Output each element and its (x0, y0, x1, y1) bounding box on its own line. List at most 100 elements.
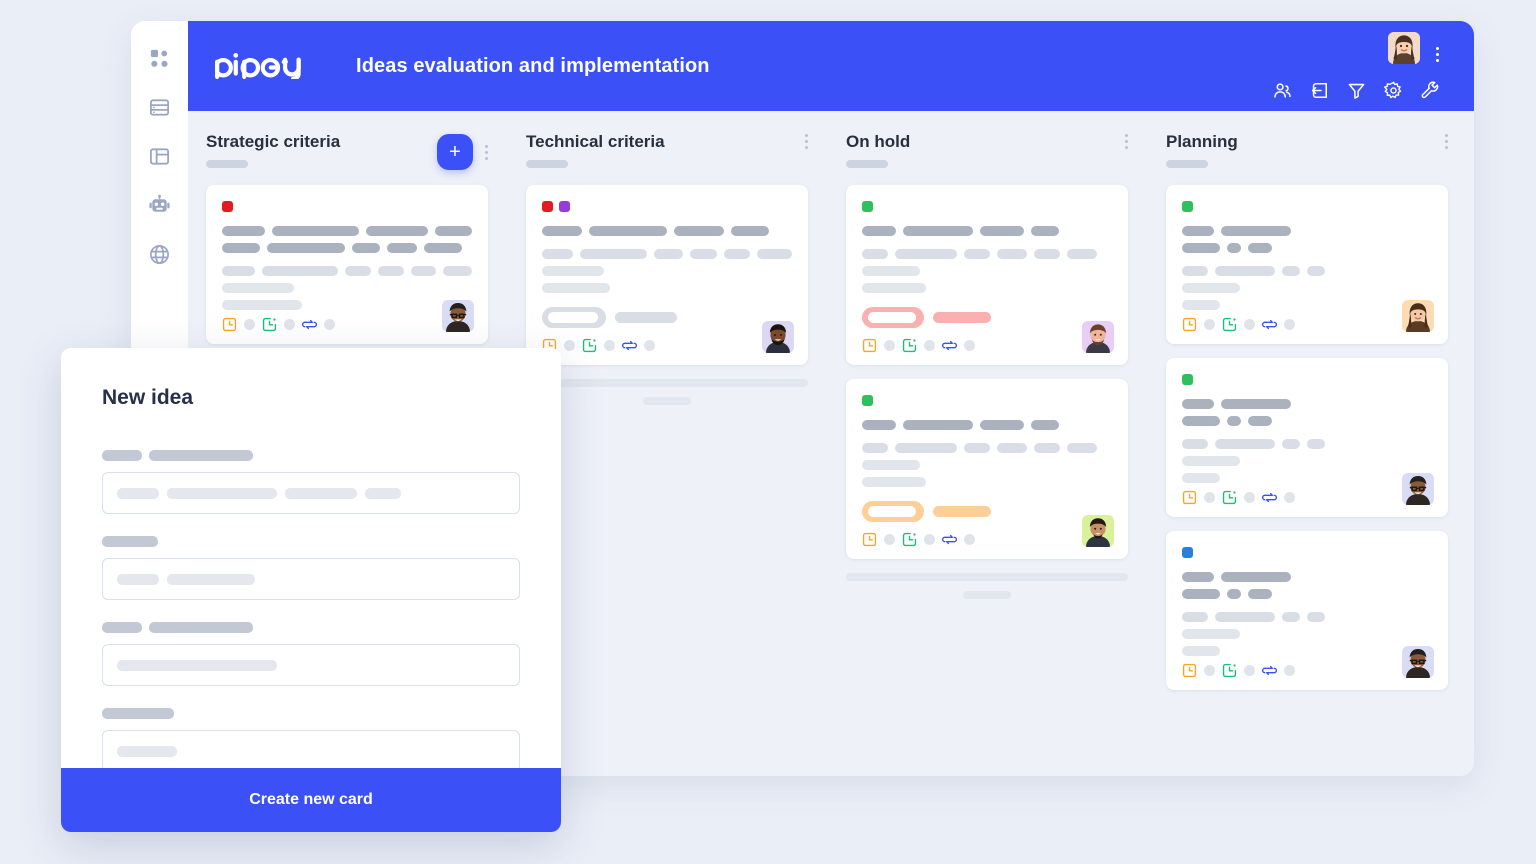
more-options-icon[interactable] (1125, 134, 1128, 149)
avatar[interactable] (1402, 473, 1434, 505)
checklist-icon[interactable] (1222, 663, 1237, 678)
column-count-placeholder (846, 160, 888, 168)
skeleton-bar (1215, 612, 1275, 622)
card-labels (862, 201, 1112, 212)
column-header: Planning (1166, 133, 1448, 185)
counter-placeholder (1204, 492, 1215, 503)
kanban-card[interactable] (846, 185, 1128, 365)
clock-icon[interactable] (1182, 490, 1197, 505)
clock-icon[interactable] (1182, 317, 1197, 332)
avatar[interactable] (1402, 646, 1434, 678)
database-icon[interactable] (148, 96, 171, 119)
skeleton-bar (1182, 266, 1208, 276)
avatar[interactable] (1402, 300, 1434, 332)
skeleton-bar (285, 487, 357, 499)
kanban-card[interactable] (206, 185, 488, 344)
topbar: Ideas evaluation and implementation (188, 21, 1474, 111)
label-dot (862, 395, 873, 406)
checklist-icon[interactable] (262, 317, 277, 332)
counter-placeholder (1244, 492, 1255, 503)
connection-icon[interactable] (1262, 663, 1277, 678)
wrench-icon[interactable] (1421, 81, 1440, 100)
field-input[interactable] (102, 730, 520, 772)
connection-icon[interactable] (942, 338, 957, 353)
inbox-import-icon[interactable] (1310, 81, 1329, 100)
card-title-skeleton (1182, 572, 1432, 582)
more-options-icon[interactable] (1445, 134, 1448, 149)
avatar[interactable] (1082, 515, 1114, 547)
checklist-icon[interactable] (1222, 490, 1237, 505)
globe-icon[interactable] (148, 243, 171, 266)
more-options-icon[interactable] (485, 144, 488, 160)
skeleton-bar (731, 226, 769, 236)
checklist-icon[interactable] (582, 338, 597, 353)
skeleton-bar (1227, 416, 1241, 426)
members-icon[interactable] (1273, 81, 1292, 100)
skeleton-bar (1248, 589, 1272, 599)
skeleton-bar (895, 249, 957, 259)
gear-icon[interactable] (1384, 81, 1403, 100)
card-labels (862, 395, 1112, 406)
checklist-icon[interactable] (902, 338, 917, 353)
more-options-icon[interactable] (1436, 47, 1439, 62)
add-card-button[interactable]: + (437, 134, 473, 170)
kanban-card[interactable] (846, 379, 1128, 559)
create-new-card-button[interactable]: Create new card (61, 768, 561, 832)
clock-icon[interactable] (222, 317, 237, 332)
label-dot (1182, 201, 1193, 212)
card-labels (1182, 547, 1432, 558)
kanban-card[interactable] (526, 185, 808, 365)
column-count-placeholder (526, 160, 568, 168)
clock-icon[interactable] (1182, 663, 1197, 678)
kanban-card[interactable] (1166, 358, 1448, 517)
grid-apps-icon[interactable] (148, 47, 171, 70)
skeleton-bar (387, 243, 417, 253)
clock-icon[interactable] (862, 532, 877, 547)
clock-icon[interactable] (862, 338, 877, 353)
avatar[interactable] (762, 321, 794, 353)
field-input[interactable] (102, 558, 520, 600)
connection-icon[interactable] (1262, 317, 1277, 332)
column-header-actions: + (437, 133, 488, 170)
avatar[interactable] (1388, 32, 1420, 64)
skeleton-bar (1282, 439, 1300, 449)
form-field (102, 708, 520, 772)
connection-icon[interactable] (942, 532, 957, 547)
skeleton-bar (862, 460, 920, 470)
connection-icon[interactable] (1262, 490, 1277, 505)
kanban-card[interactable] (1166, 185, 1448, 344)
field-input[interactable] (102, 472, 520, 514)
field-input[interactable] (102, 644, 520, 686)
filter-icon[interactable] (1347, 81, 1366, 100)
skeleton-bar (903, 420, 973, 430)
load-more-placeholder[interactable] (526, 379, 808, 405)
kanban-card[interactable] (1166, 531, 1448, 690)
skeleton-bar (862, 420, 896, 430)
skeleton-bar (149, 450, 253, 461)
skeleton-bar (424, 243, 462, 253)
form-field (102, 450, 520, 514)
checklist-icon[interactable] (902, 532, 917, 547)
checklist-icon[interactable] (1222, 317, 1237, 332)
connection-icon[interactable] (302, 317, 317, 332)
robot-icon[interactable] (148, 194, 171, 217)
card-line-skeleton (862, 283, 1112, 293)
skeleton-bar (1215, 439, 1275, 449)
avatar[interactable] (442, 300, 474, 332)
card-subtitle-skeleton (1182, 266, 1432, 276)
skeleton-bar (862, 266, 920, 276)
card-title-skeleton (862, 226, 1112, 236)
field-label (102, 622, 520, 633)
skeleton-bar (102, 708, 174, 719)
label-dot (1182, 547, 1193, 558)
column-header: On hold (846, 133, 1128, 185)
avatar[interactable] (1082, 321, 1114, 353)
load-more-placeholder[interactable] (846, 573, 1128, 599)
pipefy-logo[interactable] (215, 53, 328, 79)
skeleton-bar (997, 249, 1027, 259)
more-options-icon[interactable] (805, 134, 808, 149)
connection-icon[interactable] (622, 338, 637, 353)
layout-panel-icon[interactable] (148, 145, 171, 168)
new-card-modal: New idea Create new card (61, 348, 561, 832)
modal-body: New idea (61, 348, 561, 772)
